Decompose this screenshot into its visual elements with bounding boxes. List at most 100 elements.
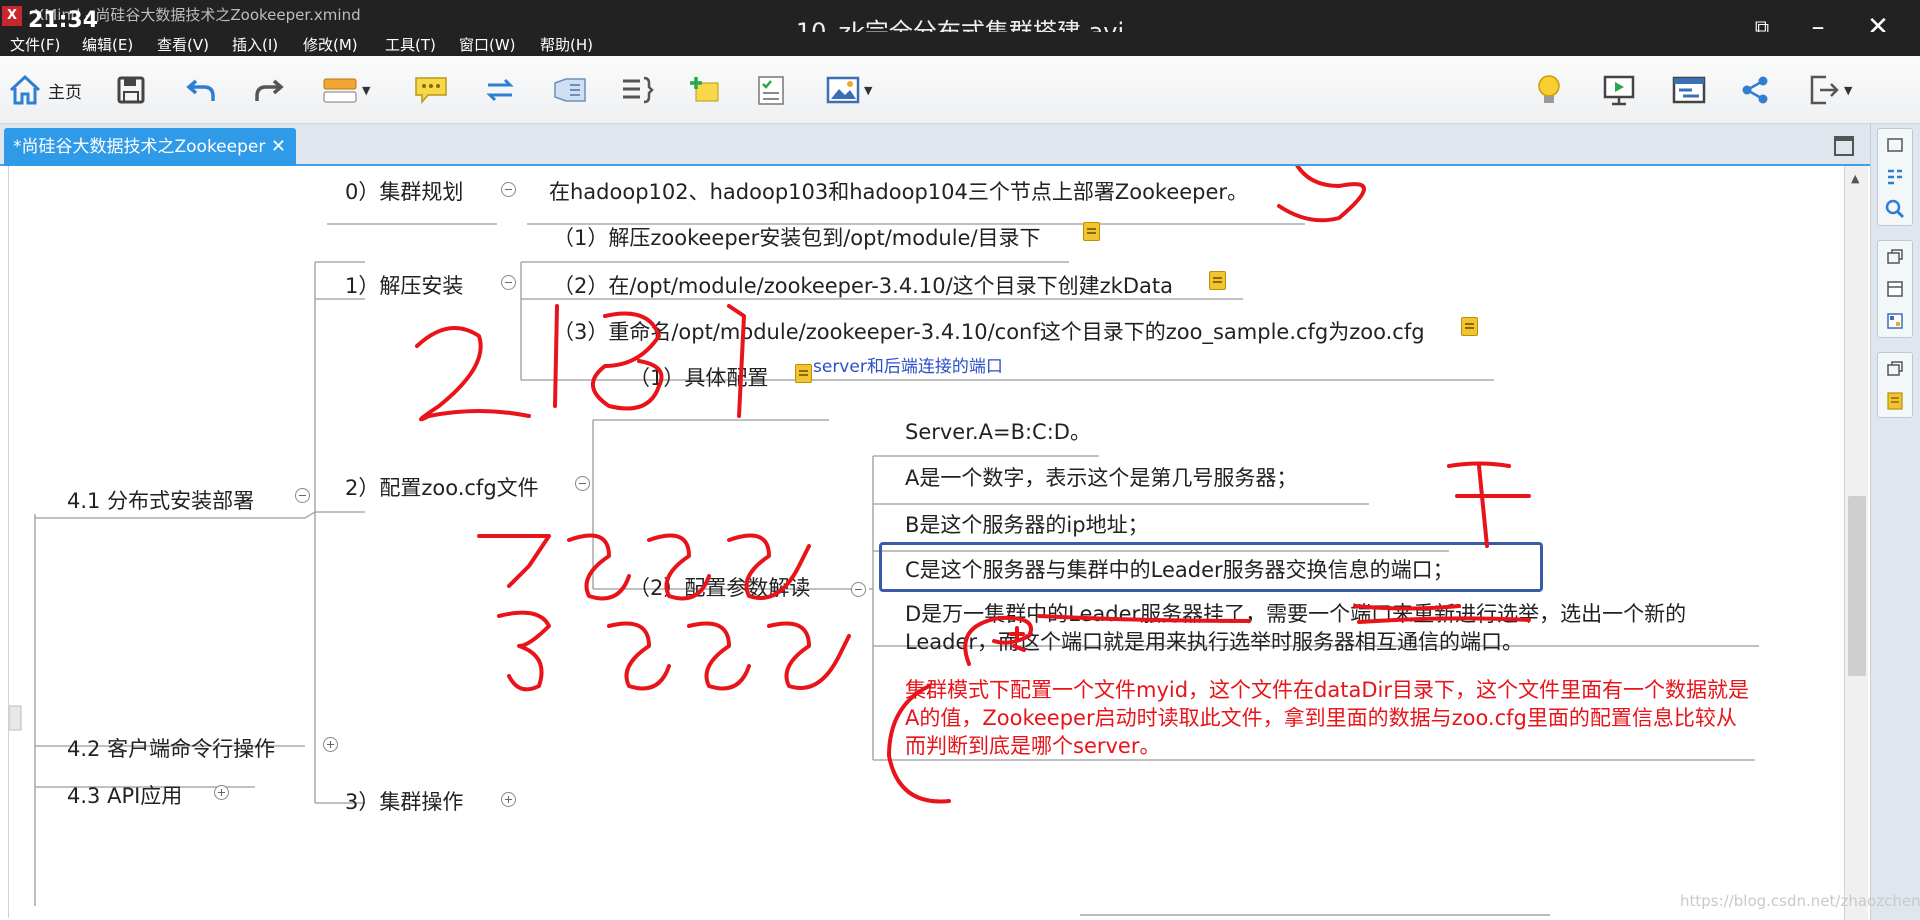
topic-dropdown-caret-icon[interactable]: ▼ bbox=[362, 84, 370, 97]
param-b[interactable]: B是这个服务器的ip地址； bbox=[905, 509, 1149, 539]
topic-2-config-zoo-cfg[interactable]: 2）配置zoo.cfg文件 bbox=[345, 472, 539, 502]
redo-button[interactable] bbox=[254, 70, 284, 110]
horizontal-scroll-track[interactable] bbox=[1080, 914, 1550, 916]
right-dock bbox=[1870, 124, 1920, 920]
relationship-icon bbox=[486, 78, 514, 102]
note-1-1-icon[interactable] bbox=[1083, 222, 1100, 241]
summary-button[interactable] bbox=[620, 70, 654, 110]
restore-icon bbox=[1887, 361, 1903, 376]
boundary-button[interactable] bbox=[552, 70, 588, 110]
undo-icon bbox=[186, 79, 215, 101]
menu-insert[interactable]: 插入(I) bbox=[232, 34, 278, 55]
param-myid[interactable]: 集群模式下配置一个文件myid，这个文件在dataDir目录下，这个文件里面有一… bbox=[905, 676, 1755, 760]
maximize-editor-icon[interactable] bbox=[1834, 136, 1854, 156]
menu-file[interactable]: 文件(F) bbox=[10, 34, 60, 55]
topic-1-3-rename-cfg[interactable]: （3）重命名/opt/module/zookeeper-3.4.10/conf这… bbox=[553, 316, 1425, 346]
note-2-1-icon[interactable] bbox=[795, 364, 812, 383]
menu-help[interactable]: 帮助(H) bbox=[540, 34, 593, 55]
topic-4-1-distributed-install[interactable]: 4.1 分布式安装部署 bbox=[67, 485, 254, 515]
topic-2-1-detailed-config[interactable]: （1）具体配置 bbox=[629, 362, 768, 392]
topic-1-unpack-install[interactable]: 1）解压安装 bbox=[345, 270, 463, 300]
menu-tools[interactable]: 工具(T) bbox=[385, 34, 436, 55]
tab-zookeeper-map[interactable]: *尚硅谷大数据技术之Zookeeper ✕ bbox=[4, 128, 296, 166]
insert-image-button[interactable]: ▼ bbox=[826, 70, 872, 110]
outline-icon bbox=[1887, 138, 1903, 152]
callout-button[interactable] bbox=[414, 70, 448, 110]
collapse-0-icon[interactable] bbox=[501, 182, 516, 197]
topic-3-cluster-ops[interactable]: 3）集群操作 bbox=[345, 786, 463, 816]
home-button[interactable]: 主页 bbox=[8, 70, 82, 110]
gantt-button[interactable] bbox=[1672, 70, 1706, 110]
annotation-server-port: server和后端连接的端口 bbox=[813, 357, 1003, 377]
vertical-scrollbar[interactable]: ▲ bbox=[1844, 166, 1868, 920]
collapse-2-2-icon[interactable] bbox=[851, 582, 866, 597]
dock-search-button[interactable] bbox=[1878, 193, 1912, 225]
title-bar: X XMind - 尚硅谷大数据技术之Zookeeper.xmind 21:34… bbox=[0, 0, 1920, 46]
brainstorm-icon bbox=[1538, 75, 1560, 103]
dock-group-outline bbox=[1877, 128, 1913, 226]
brainstorm-button[interactable] bbox=[1534, 70, 1564, 110]
topic-4-3-api[interactable]: 4.3 API应用 bbox=[67, 780, 182, 810]
param-c[interactable]: C是这个服务器与集群中的Leader服务器交换信息的端口； bbox=[905, 554, 1454, 584]
export-dropdown-caret-icon[interactable]: ▼ bbox=[1844, 84, 1852, 97]
topic-icon bbox=[323, 78, 357, 103]
dock-styles-button[interactable] bbox=[1878, 305, 1912, 337]
export-icon bbox=[1810, 75, 1839, 105]
menu-edit[interactable]: 编辑(E) bbox=[82, 34, 133, 55]
param-d[interactable]: D是万一集群中的Leader服务器挂了，需要一个端口来重新进行选举，选出一个新的… bbox=[905, 600, 1755, 656]
save-button[interactable] bbox=[116, 70, 146, 110]
home-icon bbox=[9, 74, 41, 105]
scroll-up-icon[interactable]: ▲ bbox=[1851, 172, 1859, 185]
collapse-2-icon[interactable] bbox=[575, 476, 590, 491]
undo-button[interactable] bbox=[186, 70, 216, 110]
export-button[interactable]: ▼ bbox=[1808, 70, 1852, 110]
topic-0-cluster-plan[interactable]: 0）集群规划 bbox=[345, 176, 463, 206]
dock-restore-2-button[interactable] bbox=[1878, 353, 1912, 385]
share-icon bbox=[1742, 76, 1768, 104]
magnifier-icon bbox=[1885, 199, 1905, 219]
dock-notes-button[interactable] bbox=[1878, 385, 1912, 417]
relationship-button[interactable] bbox=[484, 70, 516, 110]
boundary-icon bbox=[554, 78, 586, 102]
note-1-2-icon[interactable] bbox=[1209, 271, 1226, 290]
collapse-1-icon[interactable] bbox=[501, 275, 516, 290]
styles-icon bbox=[1887, 313, 1903, 329]
notes-icon bbox=[1887, 392, 1903, 410]
topic-4-2-cli-operations[interactable]: 4.2 客户端命令行操作 bbox=[67, 733, 275, 763]
redo-icon bbox=[255, 79, 284, 101]
param-server-format[interactable]: Server.A=B:C:D。 bbox=[905, 416, 1091, 446]
dock-overview-button[interactable] bbox=[1878, 161, 1912, 193]
menu-view[interactable]: 查看(V) bbox=[157, 34, 209, 55]
dock-restore-button[interactable] bbox=[1878, 241, 1912, 273]
gantt-icon bbox=[1672, 76, 1706, 104]
insert-topic-button[interactable]: ▼ bbox=[322, 70, 370, 110]
dock-properties-button[interactable] bbox=[1878, 273, 1912, 305]
csdn-watermark: https://blog.csdn.net/zhaozchen3 bbox=[1680, 892, 1920, 910]
share-button[interactable] bbox=[1740, 70, 1770, 110]
menu-window[interactable]: 窗口(W) bbox=[459, 34, 516, 55]
topic-1-2-create-zkdata[interactable]: （2）在/opt/module/zookeeper-3.4.10/这个目录下创建… bbox=[553, 270, 1173, 300]
task-button[interactable] bbox=[756, 70, 786, 110]
image-icon bbox=[826, 76, 860, 104]
toolbar: 主页 ▼ ▼ ▼ bbox=[0, 56, 1920, 124]
topic-1-1-unpack[interactable]: （1）解压zookeeper安装包到/opt/module/目录下 bbox=[553, 222, 1041, 252]
topic-2-2-param-explain[interactable]: （2）配置参数解读 bbox=[629, 572, 810, 602]
expand-4-2-icon[interactable] bbox=[323, 737, 338, 752]
param-a[interactable]: A是一个数字，表示这个是第几号服务器； bbox=[905, 462, 1297, 492]
marker-button[interactable] bbox=[688, 70, 720, 110]
expand-3-icon[interactable] bbox=[501, 792, 516, 807]
note-1-3-icon[interactable] bbox=[1461, 317, 1478, 336]
overview-icon bbox=[1888, 169, 1902, 185]
mindmap-canvas[interactable]: 4.1 分布式安装部署 4.2 客户端命令行操作 4.3 API应用 0）集群规… bbox=[8, 166, 1852, 918]
topic-0-detail[interactable]: 在hadoop102、hadoop103和hadoop104三个节点上部署Zoo… bbox=[549, 176, 1248, 206]
tab-close-icon[interactable]: ✕ bbox=[271, 128, 286, 166]
scrollbar-thumb[interactable] bbox=[1848, 496, 1866, 676]
expand-4-3-icon[interactable] bbox=[214, 785, 229, 800]
collapse-4-1-icon[interactable] bbox=[295, 488, 310, 503]
marker-icon bbox=[690, 77, 719, 102]
menu-modify[interactable]: 修改(M) bbox=[303, 34, 358, 55]
image-dropdown-caret-icon[interactable]: ▼ bbox=[864, 84, 872, 97]
presentation-button[interactable] bbox=[1602, 70, 1636, 110]
dock-outline-button[interactable] bbox=[1878, 129, 1912, 161]
canvas-left-handle[interactable] bbox=[9, 705, 22, 731]
